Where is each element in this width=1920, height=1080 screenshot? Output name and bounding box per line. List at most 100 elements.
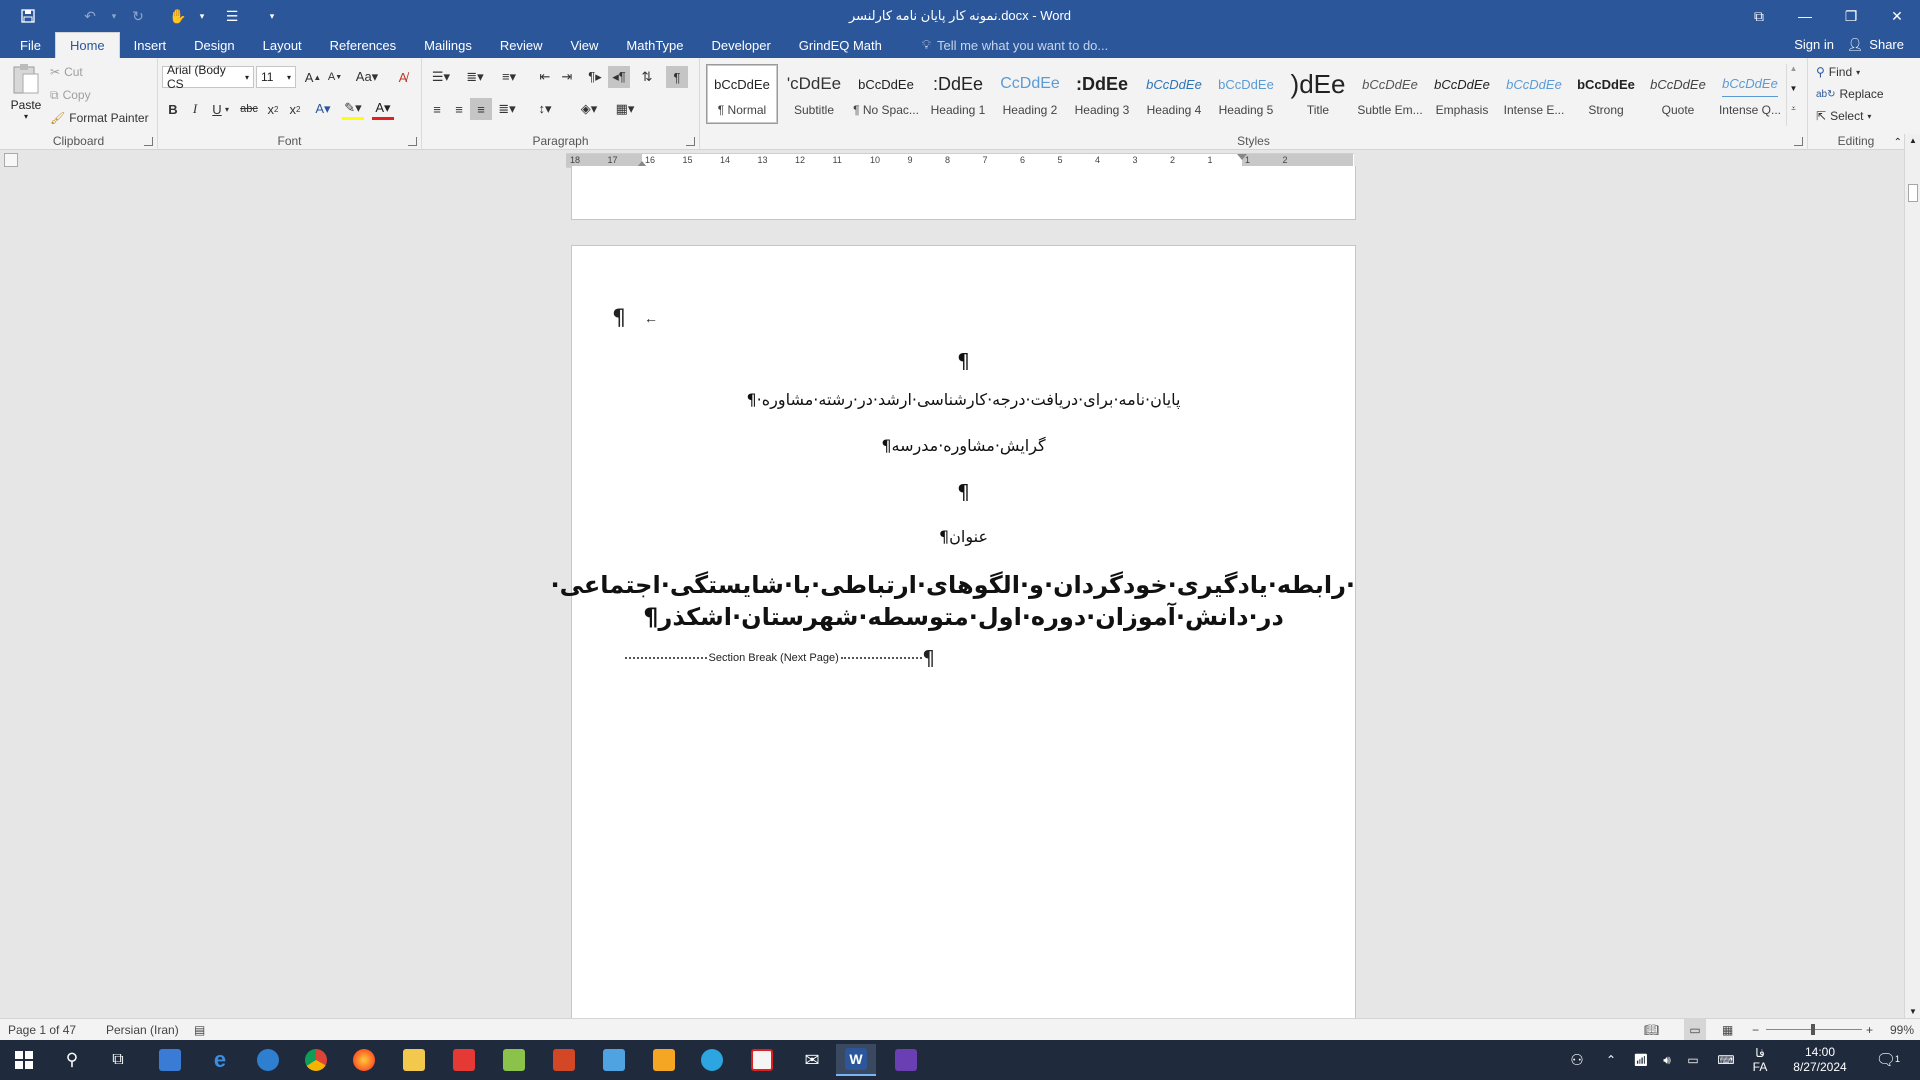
media-player-icon[interactable] (644, 1044, 684, 1076)
input-language[interactable]: فا FA (1746, 1046, 1774, 1074)
style-heading-5[interactable]: bCcDdEe Heading 5 (1210, 64, 1282, 124)
clear-formatting-icon[interactable]: A̸ (392, 66, 414, 88)
rtl-direction-icon[interactable]: ◂¶ (608, 66, 630, 88)
align-right-icon[interactable]: ≡ (470, 98, 492, 120)
clock[interactable]: 14:00 8/27/2024 (1774, 1045, 1866, 1075)
font-size-combo[interactable]: 11 ▾ (256, 66, 296, 88)
scroll-up-icon[interactable]: ▲ (1905, 136, 1920, 145)
zoom-level[interactable]: 99% (1890, 1019, 1914, 1041)
word-taskbar-icon[interactable]: W (836, 1044, 876, 1076)
subscript-icon[interactable]: x2 (262, 98, 284, 120)
search-icon[interactable]: ⚲ (52, 1044, 92, 1076)
tab-mathtype[interactable]: MathType (612, 32, 697, 58)
battery-icon[interactable]: ▭ (1680, 1053, 1706, 1067)
font-color-icon[interactable]: A▾ (372, 98, 394, 120)
paragraph-launcher-icon[interactable] (686, 137, 695, 146)
gallery-more-icon[interactable]: ⩡ (1787, 104, 1800, 124)
wifi-icon[interactable]: 📶︎ (1628, 1053, 1654, 1067)
change-case-icon[interactable]: Aa▾ (352, 66, 382, 88)
customize-qat-icon[interactable]: ▾ (258, 2, 286, 30)
select-button[interactable]: ⇱ Select ▾ (1816, 106, 1871, 126)
tab-view[interactable]: View (556, 32, 612, 58)
previous-page[interactable] (571, 166, 1356, 220)
tab-review[interactable]: Review (486, 32, 557, 58)
font-name-combo[interactable]: Arial (Body CS ▾ (162, 63, 254, 91)
touch-mode-dropdown-icon[interactable]: ▾ (196, 2, 208, 30)
books-app-icon[interactable] (494, 1044, 534, 1076)
powerpoint-icon[interactable] (544, 1044, 584, 1076)
grow-font-icon[interactable]: A ▲ (302, 66, 324, 88)
reader-app-icon[interactable] (444, 1044, 484, 1076)
tab-grindeq-math[interactable]: GrindEQ Math (785, 32, 896, 58)
quick-print-icon[interactable]: ☰ (218, 2, 246, 30)
page-count[interactable]: Page 1 of 47 (8, 1019, 76, 1041)
close-icon[interactable]: ✕ (1874, 0, 1920, 32)
tab-developer[interactable]: Developer (698, 32, 785, 58)
style-intense-quote[interactable]: bCcDdEe Intense Q... (1714, 64, 1786, 124)
show-hide-marks-icon[interactable]: ¶ (666, 66, 688, 88)
file-explorer-icon[interactable] (394, 1044, 434, 1076)
visual-studio-icon[interactable] (886, 1044, 926, 1076)
tab-layout[interactable]: Layout (249, 32, 316, 58)
line-spacing-icon[interactable]: ↕▾ (530, 98, 560, 120)
copy-button[interactable]: ⧉ Copy (50, 85, 91, 105)
bullets-icon[interactable]: ☰▾ (426, 66, 456, 88)
style-title[interactable]: )dEe Title (1282, 64, 1354, 124)
people-icon[interactable]: ⚇ (1560, 1051, 1594, 1069)
edge-icon[interactable]: e (200, 1044, 240, 1076)
tab-home[interactable]: Home (54, 32, 120, 58)
tab-file[interactable]: File (6, 32, 55, 58)
justify-icon[interactable]: ≣▾ (492, 98, 522, 120)
zoom-out-icon[interactable]: − (1752, 1019, 1759, 1041)
restore-icon[interactable]: ❐ (1828, 0, 1874, 32)
ltr-direction-icon[interactable]: ¶▸ (584, 66, 606, 88)
utility-app-icon[interactable] (594, 1044, 634, 1076)
style-normal[interactable]: bCcDdEe ¶ Normal (706, 64, 778, 124)
style-heading-2[interactable]: CcDdEe Heading 2 (994, 64, 1066, 124)
style-emphasis[interactable]: bCcDdEe Emphasis (1426, 64, 1498, 124)
style-no-spacing[interactable]: bCcDdEe ¶ No Spac... (850, 64, 922, 124)
highlight-icon[interactable]: ✎▾ (342, 98, 364, 120)
tab-selector[interactable] (4, 153, 18, 167)
document-canvas[interactable]: ¶ ← ¶ پایان·نامه·برای·دریافت·درجه·کارشنا… (0, 166, 1904, 1045)
numbering-icon[interactable]: ≣▾ (460, 66, 490, 88)
read-mode-icon[interactable]: 📖︎ (1644, 1019, 1659, 1041)
style-subtle-emphasis[interactable]: bCcDdEe Subtle Em... (1354, 64, 1426, 124)
zoom-in-icon[interactable]: + (1866, 1019, 1873, 1041)
start-icon[interactable] (4, 1044, 44, 1076)
shrink-font-icon[interactable]: A ▼ (324, 66, 346, 88)
collapse-ribbon-icon[interactable]: ⌃ (1894, 137, 1902, 148)
mail-icon[interactable]: ✉ (792, 1044, 832, 1076)
language-indicator[interactable]: Persian (Iran) (106, 1019, 179, 1041)
keyboard-icon[interactable]: ⌨ (1706, 1053, 1746, 1067)
style-strong[interactable]: bCcDdEe Strong (1570, 64, 1642, 124)
web-layout-icon[interactable]: ▦ (1722, 1019, 1733, 1041)
sign-in-link[interactable]: Sign in (1794, 32, 1834, 58)
store-icon[interactable] (150, 1044, 190, 1076)
tab-mailings[interactable]: Mailings (410, 32, 486, 58)
firefox-icon[interactable] (344, 1044, 384, 1076)
borders-icon[interactable]: ▦▾ (610, 98, 640, 120)
ribbon-display-options-icon[interactable]: ⧉ (1736, 0, 1782, 32)
style-heading-1[interactable]: :DdEe Heading 1 (922, 64, 994, 124)
superscript-icon[interactable]: x2 (284, 98, 306, 120)
tab-insert[interactable]: Insert (120, 32, 181, 58)
print-layout-icon[interactable]: ▭ (1684, 1019, 1706, 1041)
chevron-up-icon[interactable]: ⌃ (1594, 1053, 1628, 1067)
proofing-icon[interactable]: ▤ (194, 1019, 205, 1041)
undo-dropdown-icon[interactable]: ▾ (108, 2, 120, 30)
chevron-up-icon[interactable]: ▲ (1787, 64, 1800, 84)
task-view-icon[interactable]: ⧉ (98, 1044, 138, 1076)
tell-me-box[interactable]: 💡︎ Tell me what you want to do... (908, 32, 1122, 58)
style-heading-4[interactable]: bCcDdEe Heading 4 (1138, 64, 1210, 124)
zoom-slider-thumb[interactable] (1811, 1024, 1815, 1035)
increase-indent-icon[interactable]: ⇥ (556, 66, 578, 88)
minimize-icon[interactable]: — (1782, 0, 1828, 32)
save-icon[interactable] (14, 2, 42, 30)
scroll-down-icon[interactable]: ▼ (1905, 1007, 1920, 1016)
undo-icon[interactable]: ↶ (76, 2, 104, 30)
style-intense-emphasis[interactable]: bCcDdEe Intense E... (1498, 64, 1570, 124)
sort-icon[interactable]: ⇅ (636, 66, 658, 88)
underline-dropdown-icon[interactable]: ▾ (222, 98, 232, 120)
decrease-indent-icon[interactable]: ⇤ (534, 66, 556, 88)
